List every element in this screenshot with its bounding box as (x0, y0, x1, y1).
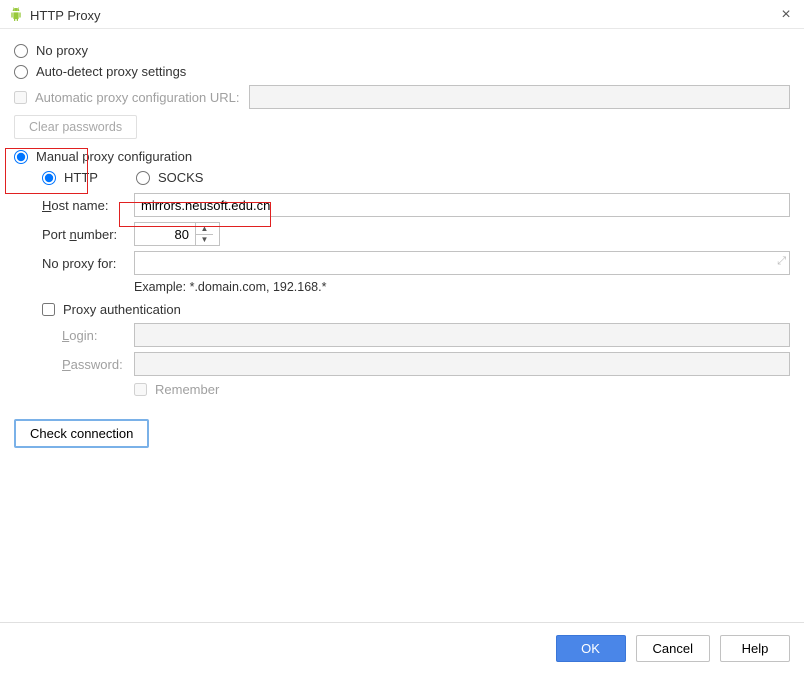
clear-passwords-row: Clear passwords (14, 115, 790, 139)
login-input (134, 323, 790, 347)
auto-config-url-input (249, 85, 790, 109)
remember-checkbox (134, 383, 147, 396)
dialog-footer: OK Cancel Help (0, 622, 804, 674)
android-icon (8, 7, 24, 23)
no-proxy-for-input[interactable] (134, 251, 790, 275)
clear-passwords-button: Clear passwords (14, 115, 137, 139)
login-row: Login: (62, 323, 790, 347)
host-label: Host name: (42, 198, 134, 213)
no-proxy-for-row: No proxy for: ⤢ (42, 251, 790, 275)
http-radio-row[interactable]: HTTP (42, 170, 98, 185)
remember-row: Remember (134, 382, 790, 397)
no-proxy-label: No proxy (36, 43, 88, 58)
host-row: Host name: (42, 193, 790, 217)
password-input (134, 352, 790, 376)
no-proxy-radio[interactable] (14, 44, 28, 58)
socks-label: SOCKS (158, 170, 204, 185)
spinner-up-icon[interactable]: ▲ (196, 223, 213, 235)
dialog-title: HTTP Proxy (30, 8, 778, 23)
port-label: Port number: (42, 227, 134, 242)
manual-section: HTTP SOCKS Host name: Port number: (14, 170, 790, 397)
remember-label: Remember (155, 382, 219, 397)
help-button[interactable]: Help (720, 635, 790, 662)
port-input[interactable] (135, 223, 195, 245)
auto-detect-label: Auto-detect proxy settings (36, 64, 186, 79)
spinner-buttons: ▲ ▼ (195, 223, 213, 245)
ok-button[interactable]: OK (556, 635, 626, 662)
expand-icon[interactable]: ⤢ (777, 255, 786, 268)
manual-radio[interactable] (14, 150, 28, 164)
socks-radio[interactable] (136, 171, 150, 185)
no-proxy-example: Example: *.domain.com, 192.168.* (134, 280, 790, 294)
http-label: HTTP (64, 170, 98, 185)
http-radio[interactable] (42, 171, 56, 185)
auto-detect-radio[interactable] (14, 65, 28, 79)
password-row: Password: (62, 352, 790, 376)
cancel-button[interactable]: Cancel (636, 635, 710, 662)
port-row: Port number: ▲ ▼ (42, 222, 790, 246)
auth-section: Login: Password: Remember (14, 323, 790, 397)
port-spinner[interactable]: ▲ ▼ (134, 222, 220, 246)
titlebar: HTTP Proxy × (0, 0, 804, 29)
auto-config-url-checkbox (14, 91, 27, 104)
manual-label: Manual proxy configuration (36, 149, 192, 164)
close-icon[interactable]: × (778, 6, 794, 24)
proxy-auth-row[interactable]: Proxy authentication (42, 302, 790, 317)
dialog-content: No proxy Auto-detect proxy settings Auto… (0, 29, 804, 622)
no-proxy-for-label: No proxy for: (42, 256, 134, 271)
password-label: Password: (62, 357, 134, 372)
auto-detect-radio-row[interactable]: Auto-detect proxy settings (14, 64, 790, 79)
protocol-row: HTTP SOCKS (42, 170, 790, 185)
http-proxy-dialog: HTTP Proxy × No proxy Auto-detect proxy … (0, 0, 804, 674)
proxy-auth-checkbox[interactable] (42, 303, 55, 316)
auto-config-url-row: Automatic proxy configuration URL: (14, 85, 790, 109)
spinner-down-icon[interactable]: ▼ (196, 235, 213, 246)
login-label: Login: (62, 328, 134, 343)
manual-radio-row[interactable]: Manual proxy configuration (14, 149, 790, 164)
host-input[interactable] (134, 193, 790, 217)
proxy-auth-label: Proxy authentication (63, 302, 181, 317)
check-connection-button[interactable]: Check connection (14, 419, 149, 448)
no-proxy-radio-row[interactable]: No proxy (14, 43, 790, 58)
socks-radio-row[interactable]: SOCKS (136, 170, 204, 185)
auto-config-url-label: Automatic proxy configuration URL: (35, 90, 239, 105)
